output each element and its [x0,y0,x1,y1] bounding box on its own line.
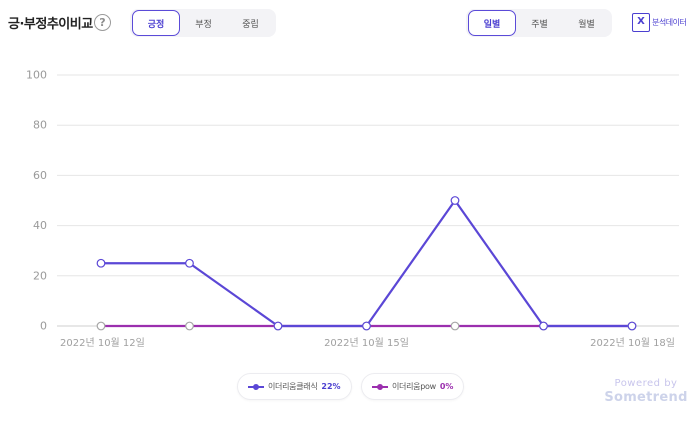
data-point [185,258,194,268]
tab-neutral[interactable]: 중립 [227,10,274,36]
powered-by-text: Powered by [614,378,678,389]
y-tick-label: 80 [33,119,47,132]
data-point [273,321,283,331]
x-tick-label: 2022년 10월 15일 [324,337,409,349]
data-point [362,321,371,331]
legend-series-share: 0% [439,382,454,391]
help-icon[interactable]: ? [94,14,111,31]
legend-series-name: 이더리움클래식 [268,382,318,391]
powered-by-watermark: Powered by Sometrend [596,378,696,405]
chart-header: 긍·부정추이비교 ? 긍정 부정 중립 일별 주별 월별 X 분석데이터 [0,0,700,46]
tab-weekly[interactable]: 주별 [516,10,563,36]
sentiment-tabs: 긍정 부정 중립 [130,9,276,37]
legend-series-share: 22% [321,382,341,391]
legend-item-series-1[interactable]: 이더리움클래식 22% [237,373,352,400]
period-tabs: 일별 주별 월별 [466,9,612,37]
y-tick-label: 60 [33,169,47,182]
data-point [96,321,106,331]
line-chart: 0 20 40 60 80 100 2022년 10월 12일 2022년 10월 15일 20… [26,69,679,349]
tab-daily[interactable]: 일별 [468,10,516,36]
legend-series-name: 이더리움pow [392,382,436,391]
tab-negative[interactable]: 부정 [180,10,227,36]
x-tick-label: 2022년 10월 12일 [60,337,145,349]
export-label: 분석데이터 [652,18,687,27]
chart-title: 긍·부정추이비교 [8,17,93,32]
series-line [101,199,632,328]
y-tick-label: 0 [40,320,47,333]
y-tick-label: 20 [33,269,47,282]
legend: 이더리움클래식 22% 이더리움pow 0% [0,373,700,401]
legend-marker-icon [248,383,264,391]
data-point [450,196,460,205]
data-point [627,321,637,331]
data-point [185,321,194,331]
y-tick-label: 100 [26,69,47,82]
excel-icon: X [632,13,650,32]
x-tick-label: 2022년 10월 18일 [590,337,675,349]
legend-item-series-2[interactable]: 이더리움pow 0% [361,373,465,400]
data-point [96,258,106,268]
legend-marker-icon [372,383,388,391]
tab-positive[interactable]: 긍정 [132,10,180,36]
tab-monthly[interactable]: 월별 [563,10,610,36]
data-point [539,321,548,331]
data-point [450,321,460,331]
sometrend-logo: Sometrend [604,390,688,405]
export-data-button[interactable]: X 분석데이터 [632,13,687,32]
y-tick-label: 40 [33,219,47,232]
